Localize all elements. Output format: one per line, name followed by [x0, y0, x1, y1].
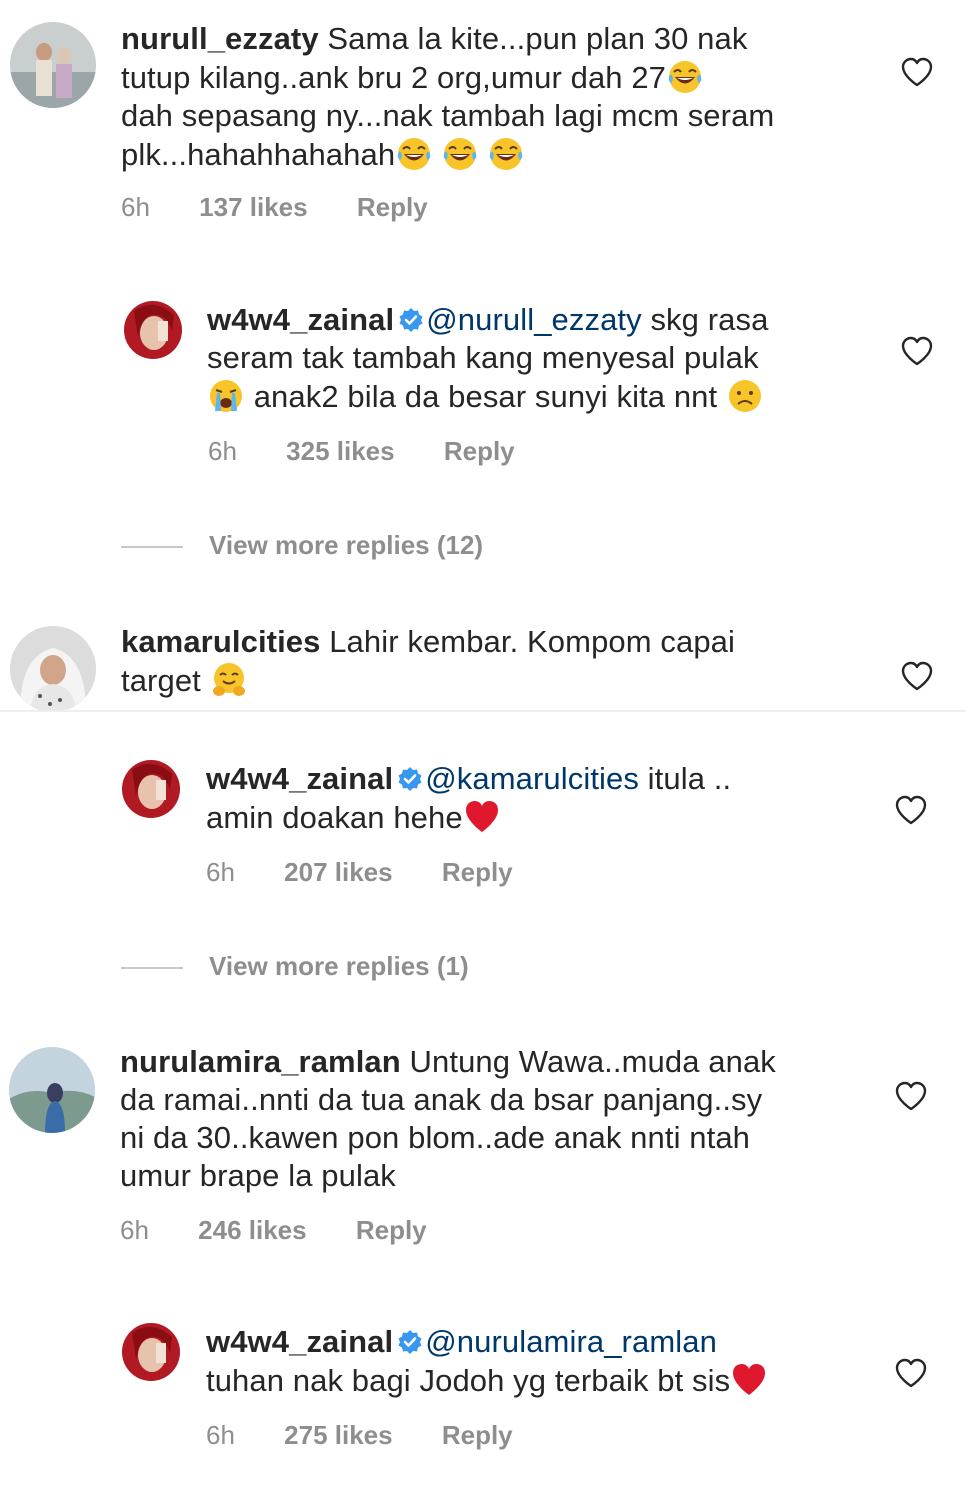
- heart-icon[interactable]: [900, 660, 934, 692]
- avatar[interactable]: [122, 760, 180, 818]
- comment-time: 6h: [206, 857, 235, 887]
- sad-emoji-icon: [726, 377, 764, 415]
- comment-text: w4w4_zainal @nurull_ezzaty skg rasa seram…: [207, 301, 887, 416]
- comment-time: 6h: [206, 1420, 235, 1450]
- laugh-emoji-icon: [487, 135, 525, 173]
- crying-emoji-icon: [207, 377, 245, 415]
- verified-icon: [398, 307, 424, 333]
- view-more-label[interactable]: View more replies (12): [209, 530, 483, 560]
- comment-time: 6h: [208, 436, 237, 466]
- comment-body-line: da ramai..nnti da tua anak da bsar panja…: [120, 1082, 763, 1117]
- mention-link[interactable]: @kamarulcities: [425, 761, 639, 796]
- avatar[interactable]: [10, 626, 96, 712]
- divider-line: [121, 967, 183, 970]
- mention-link[interactable]: @nurulamira_ramlan: [425, 1324, 717, 1359]
- reply-button[interactable]: Reply: [444, 436, 515, 466]
- comment-meta: 6h 325 likes Reply: [208, 436, 557, 467]
- comment-body-line: umur brape la pulak: [120, 1158, 396, 1193]
- avatar[interactable]: [124, 301, 182, 359]
- likes-count[interactable]: 325 likes: [286, 436, 394, 466]
- comment-body-line: Lahir kembar. Kompom capai: [329, 624, 735, 659]
- avatar[interactable]: [9, 1047, 95, 1133]
- avatar-photo: [9, 1047, 95, 1133]
- comment-text: kamarulcities Lahir kembar. Kompom capai…: [121, 623, 881, 700]
- laugh-emoji-icon: [666, 58, 704, 96]
- comment-body-line: dah sepasang ny...nak tambah lagi mcm se…: [121, 98, 775, 133]
- comment-time: 6h: [121, 192, 150, 222]
- heart-icon[interactable]: [894, 794, 928, 826]
- comment-body-line: skg rasa: [641, 302, 769, 337]
- comment-time: 6h: [120, 1215, 149, 1245]
- comment-body-line: target: [121, 663, 210, 698]
- verified-icon: [397, 766, 423, 792]
- red-heart-emoji-icon: [463, 798, 501, 836]
- reply-button[interactable]: Reply: [357, 192, 428, 222]
- view-more-replies[interactable]: View more replies (1): [121, 951, 469, 982]
- avatar[interactable]: [122, 1323, 180, 1381]
- heart-icon[interactable]: [894, 1357, 928, 1389]
- comment-username[interactable]: kamarulcities: [121, 624, 320, 659]
- divider-line: [121, 546, 183, 549]
- laugh-emoji-icon: [441, 135, 479, 173]
- comment-body-line: itula ..: [638, 761, 732, 796]
- laugh-emoji-icon: [395, 135, 433, 173]
- comment-username[interactable]: w4w4_zainal: [206, 761, 393, 796]
- likes-count[interactable]: 137 likes: [199, 192, 307, 222]
- divider: [0, 710, 966, 712]
- view-more-replies[interactable]: View more replies (12): [121, 530, 483, 561]
- comment-body-line: ni da 30..kawen pon blom..ade anak nnti …: [120, 1120, 751, 1155]
- avatar[interactable]: [10, 22, 96, 108]
- comment-body-line: plk...hahahhahahah: [121, 137, 396, 172]
- mention-link[interactable]: @nurull_ezzaty: [426, 302, 642, 337]
- comment-meta: 6h 246 likes Reply: [120, 1215, 469, 1246]
- comment-body-line: Sama la kite...pun plan 30 nak: [327, 21, 748, 56]
- reply-button[interactable]: Reply: [356, 1215, 427, 1245]
- comment-body-line: Untung Wawa..muda anak: [409, 1044, 776, 1079]
- comment-meta: 6h 275 likes Reply: [206, 1420, 555, 1451]
- comment-username[interactable]: w4w4_zainal: [207, 302, 394, 337]
- avatar-photo: [10, 626, 96, 712]
- view-more-label[interactable]: View more replies (1): [209, 951, 469, 981]
- avatar-photo: [122, 760, 180, 818]
- reply-button[interactable]: Reply: [442, 857, 513, 887]
- reply-button[interactable]: Reply: [442, 1420, 513, 1450]
- comment-body-line: amin doakan hehe: [206, 800, 463, 835]
- likes-count[interactable]: 207 likes: [284, 857, 392, 887]
- comment-username[interactable]: w4w4_zainal: [206, 1324, 393, 1359]
- comment-text: w4w4_zainal @nurulamira_ramlan tuhan nak …: [206, 1323, 886, 1400]
- verified-icon: [397, 1329, 423, 1355]
- red-heart-emoji-icon: [730, 1361, 768, 1399]
- comment-meta: 6h 207 likes Reply: [206, 857, 555, 888]
- likes-count[interactable]: 246 likes: [198, 1215, 306, 1245]
- comment-text: nurull_ezzaty Sama la kite...pun plan 30…: [121, 20, 881, 174]
- comment-body-line: seram tak tambah kang menyesal pulak: [207, 340, 759, 375]
- hugging-emoji-icon: [210, 661, 248, 699]
- comment-text: nurulamira_ramlan Untung Wawa..muda anak…: [120, 1043, 880, 1195]
- comment-username[interactable]: nurulamira_ramlan: [120, 1044, 401, 1079]
- comment-body-line: tuhan nak bagi Jodoh yg terbaik bt sis: [206, 1363, 731, 1398]
- comment-body-line: anak2 bila da besar sunyi kita nnt: [245, 379, 726, 414]
- heart-icon[interactable]: [894, 1080, 928, 1112]
- avatar-photo: [10, 22, 96, 108]
- comment-username[interactable]: nurull_ezzaty: [121, 21, 319, 56]
- comment-meta: 6h 137 likes Reply: [121, 192, 470, 223]
- heart-icon[interactable]: [900, 56, 934, 88]
- likes-count[interactable]: 275 likes: [284, 1420, 392, 1450]
- avatar-photo: [122, 1323, 180, 1381]
- comment-body-line: tutup kilang..ank bru 2 org,umur dah 27: [121, 60, 667, 95]
- heart-icon[interactable]: [900, 335, 934, 367]
- comment-text: w4w4_zainal @kamarulcities itula .. amin …: [206, 760, 886, 837]
- avatar-photo: [124, 301, 182, 359]
